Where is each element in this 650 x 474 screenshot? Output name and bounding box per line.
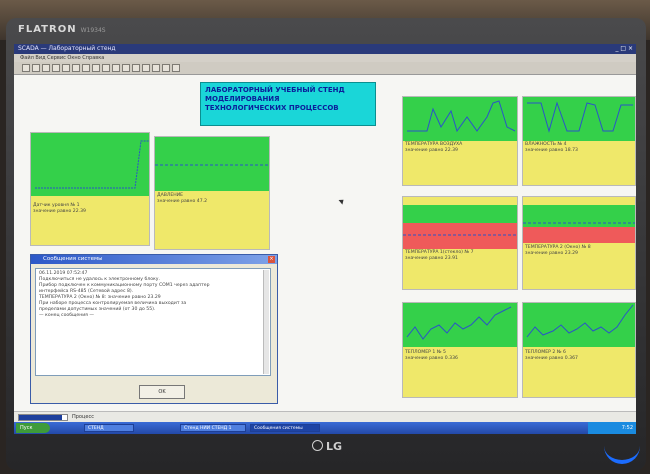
system-messages-title: Сообщения системы <box>43 256 103 262</box>
clock: 7:52 <box>621 425 633 431</box>
toolbar-button[interactable] <box>72 64 80 72</box>
window-controls[interactable]: _ □ × <box>615 44 633 54</box>
panel-air-temperature[interactable]: ТЕМПЕРАТУРА ВОЗДУХА значение равно 22.39 <box>402 96 518 186</box>
panel-heat-meter-2[interactable]: ТЕПЛОМЕР 2 № 6 значение равно 0.367 <box>522 302 636 398</box>
toolbar-button[interactable] <box>162 64 170 72</box>
panel-heat-meter-1[interactable]: ТЕПЛОМЕР 1 № 5 значение равно 0.336 <box>402 302 518 398</box>
panel-temperature-glass-plot <box>403 197 517 289</box>
progress-bar <box>18 414 68 421</box>
lg-logo: LG <box>312 440 342 453</box>
system-messages-window[interactable]: Сообщения системы × 06.11.2019 07:52:47 … <box>30 254 278 404</box>
message-scrollbar[interactable] <box>263 270 269 374</box>
toolbar-button[interactable] <box>32 64 40 72</box>
taskbar-item-active[interactable]: Сообщения системы <box>250 424 320 432</box>
message-line: — конец сообщения — <box>39 313 94 318</box>
panel-level-sensor-plot <box>31 133 149 245</box>
panel-value: значение равно 23.29 <box>525 251 578 256</box>
system-messages-text[interactable]: 06.11.2019 07:52:47 Подключиться не удал… <box>35 268 271 376</box>
toolbar-button[interactable] <box>152 64 160 72</box>
panel-temperature-window[interactable]: ТЕМПЕРАТУРА 2 (Окно) № 8 значение равно … <box>522 196 636 290</box>
monitor-brand: FLATRON W1934S <box>18 24 106 35</box>
lg-logo-icon <box>312 440 323 451</box>
toolbar-button[interactable] <box>82 64 90 72</box>
start-button[interactable]: Пуск <box>16 423 50 433</box>
menu-bar[interactable]: Файл Вид Сервис Окно Справка <box>14 54 636 62</box>
toolbar-button[interactable] <box>42 64 50 72</box>
stand-title-line-1: ЛАБОРАТОРНЫЙ УЧЕБНЫЙ СТЕНД <box>205 86 345 94</box>
panel-value: значение равно 23.91 <box>405 256 458 261</box>
status-text: Процесс <box>72 414 94 420</box>
toolbar-button[interactable] <box>132 64 140 72</box>
taskbar-item[interactable]: Стенд НИИ СТЕНД 1 <box>180 424 246 432</box>
panel-value: значение равно 47.2 <box>157 199 208 204</box>
toolbar-button[interactable] <box>92 64 100 72</box>
stand-title-line-2: МОДЕЛИРОВАНИЯ <box>205 95 280 103</box>
toolbar-button[interactable] <box>112 64 120 72</box>
toolbar-button[interactable] <box>22 64 30 72</box>
toolbar-button[interactable] <box>52 64 60 72</box>
ok-button[interactable]: OK <box>139 385 185 399</box>
panel-value: значение равно 22.39 <box>405 148 458 153</box>
toolbar-button[interactable] <box>62 64 70 72</box>
panel-pressure[interactable]: ДАВЛЕНИЕ значение равно 47.2 <box>154 136 270 250</box>
system-messages-title-bar[interactable]: Сообщения системы × <box>31 255 277 264</box>
mouse-cursor-icon <box>338 197 346 205</box>
app-title-bar: SCADA — Лабораторный стенд _ □ × <box>14 44 636 54</box>
panel-value: значение равно 22.39 <box>33 209 86 214</box>
taskbar-item[interactable]: СТЕНД <box>84 424 134 432</box>
stand-title-line-3: ТЕХНОЛОГИЧЕСКИХ ПРОЦЕССОВ <box>205 104 339 112</box>
panel-value: значение равно 0.367 <box>525 356 578 361</box>
panel-temperature-glass[interactable]: ТЕМПЕРАТУРА 1(стекло) № 7 значение равно… <box>402 196 518 290</box>
close-icon[interactable]: × <box>268 256 275 263</box>
system-tray: 7:52 <box>588 422 636 434</box>
panel-value: значение равно 0.336 <box>405 356 458 361</box>
progress-fill <box>19 415 63 420</box>
stand-title-box: ЛАБОРАТОРНЫЙ УЧЕБНЫЙ СТЕНД МОДЕЛИРОВАНИЯ… <box>200 82 376 126</box>
panel-temperature-window-plot <box>523 197 635 289</box>
screen: SCADA — Лабораторный стенд _ □ × Файл Вид… <box>14 44 636 434</box>
panel-level-sensor[interactable]: Датчик уровня № 1 значение равно 22.39 <box>30 132 150 246</box>
panel-value: значение равно 18.73 <box>525 148 578 153</box>
panel-humidity[interactable]: ВЛАЖНОСТЬ № 4 значение равно 18.73 <box>522 96 636 186</box>
toolbar-button[interactable] <box>102 64 110 72</box>
toolbar-button[interactable] <box>122 64 130 72</box>
toolbar-button[interactable] <box>172 64 180 72</box>
taskbar: Пуск СТЕНД Стенд НИИ СТЕНД 1 Сообщения с… <box>14 422 636 434</box>
toolbar <box>14 62 636 75</box>
toolbar-button[interactable] <box>142 64 150 72</box>
